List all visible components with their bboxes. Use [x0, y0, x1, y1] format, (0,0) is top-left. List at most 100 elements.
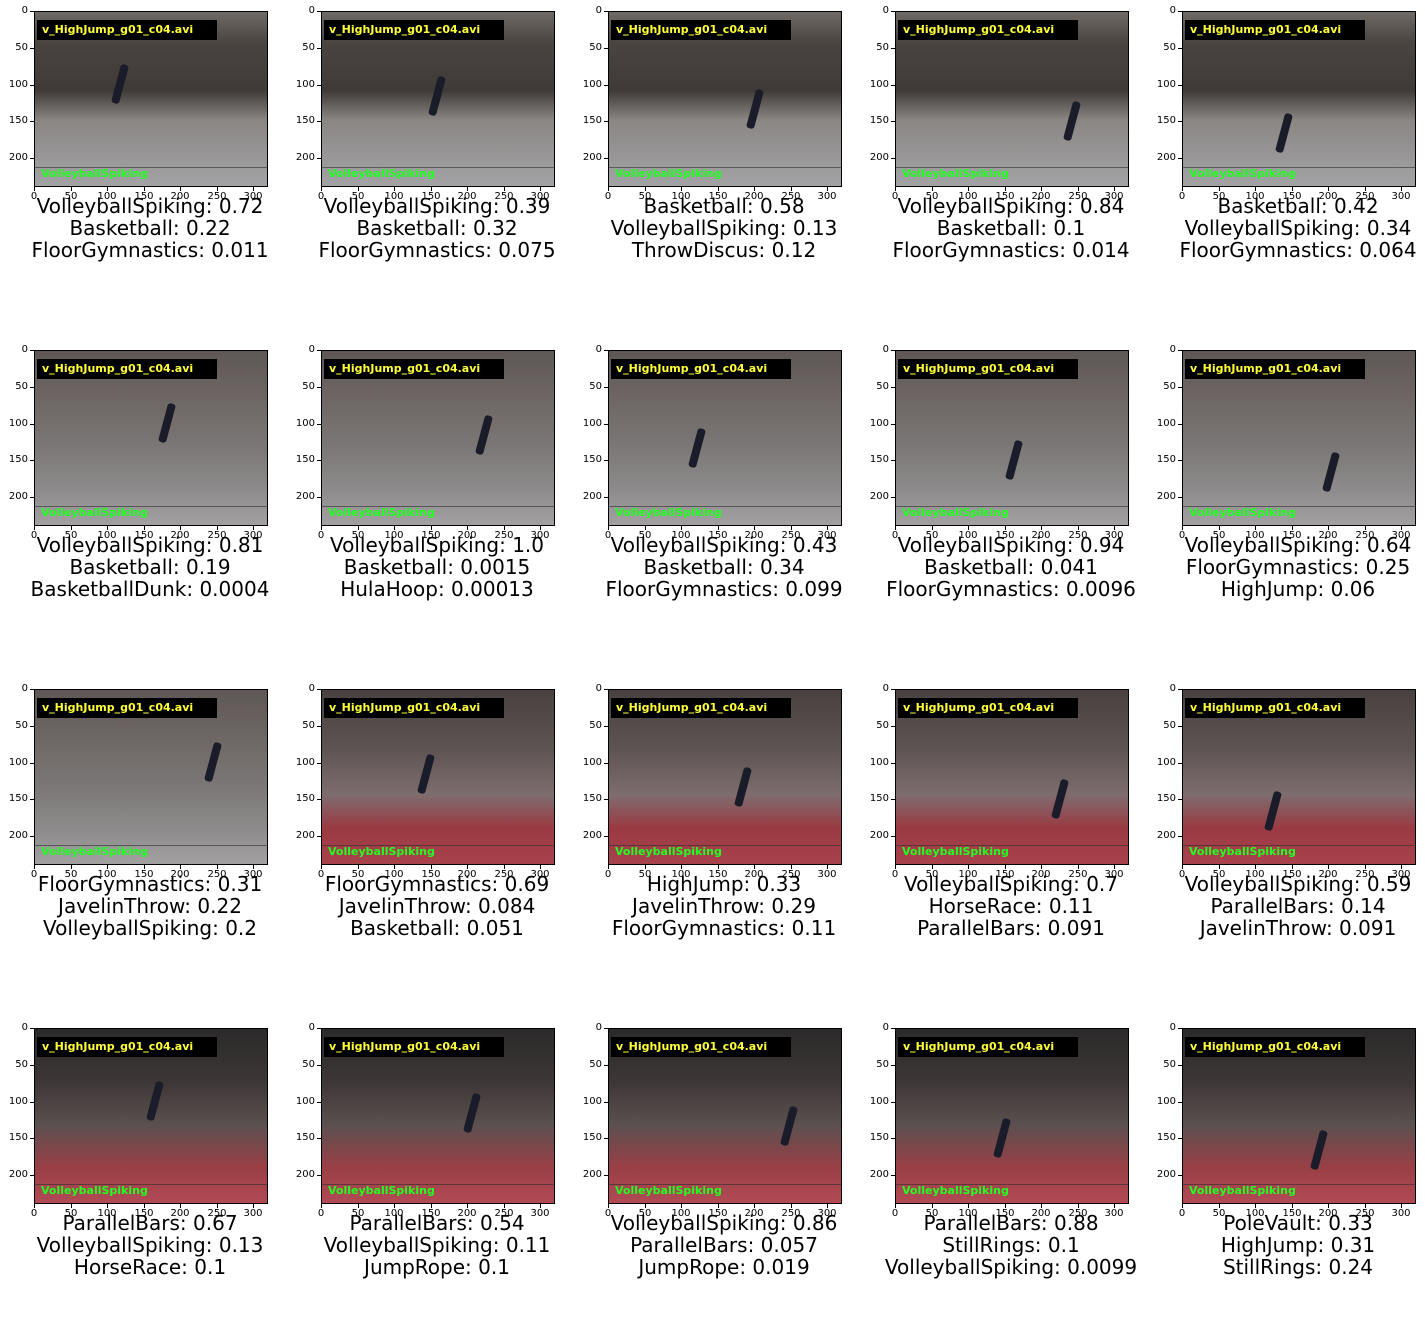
y-tick-label: 0 — [580, 1022, 608, 1033]
y-tick-label: 50 — [1154, 381, 1182, 392]
y-tick-label: 50 — [6, 720, 34, 731]
y-tick-label: 50 — [867, 1059, 895, 1070]
y-tick-label: 50 — [293, 42, 321, 53]
athlete-figure — [733, 766, 752, 807]
prediction-caption: PoleVault: 0.33 HighJump: 0.31 StillRings:… — [1128, 1212, 1425, 1278]
prediction-line: VolleyballSpiking: 0.59 — [1184, 872, 1412, 896]
video-frame-image: v_HighJump_g01_c04.avi VolleyballSpiking — [321, 350, 555, 526]
y-tick-label: 0 — [867, 5, 895, 16]
y-tick-label: 150 — [580, 1132, 608, 1143]
y-tick-label: 0 — [867, 1022, 895, 1033]
y-tick-label: 100 — [293, 418, 321, 429]
y-tick-label: 0 — [867, 683, 895, 694]
filename-label: v_HighJump_g01_c04.avi — [898, 698, 1078, 718]
y-tick-label: 200 — [6, 152, 34, 163]
frame-panel: v_HighJump_g01_c04.avi VolleyballSpiking 0… — [1148, 339, 1425, 639]
filename-label: v_HighJump_g01_c04.avi — [37, 359, 217, 379]
y-tick-label: 150 — [867, 1132, 895, 1143]
y-tick-label: 100 — [867, 418, 895, 429]
prediction-overlay-label: VolleyballSpiking — [41, 506, 148, 519]
frame-panel: v_HighJump_g01_c04.avi VolleyballSpiking 0… — [861, 0, 1141, 300]
filename-label: v_HighJump_g01_c04.avi — [324, 359, 504, 379]
y-tick-label: 150 — [580, 115, 608, 126]
y-tick-label: 0 — [6, 683, 34, 694]
y-tick-label: 100 — [1154, 418, 1182, 429]
prediction-overlay-label: VolleyballSpiking — [615, 167, 722, 180]
prediction-overlay-label: VolleyballSpiking — [902, 167, 1009, 180]
y-tick-label: 150 — [1154, 115, 1182, 126]
y-tick-label: 0 — [6, 1022, 34, 1033]
y-tick-label: 0 — [580, 683, 608, 694]
y-tick-label: 150 — [867, 793, 895, 804]
athlete-figure — [687, 427, 706, 468]
video-frame-image: v_HighJump_g01_c04.avi VolleyballSpiking — [895, 11, 1129, 187]
y-tick-label: 150 — [293, 1132, 321, 1143]
filename-label: v_HighJump_g01_c04.avi — [898, 20, 1078, 40]
y-tick-label: 100 — [6, 418, 34, 429]
y-tick-label: 50 — [6, 381, 34, 392]
prediction-caption: VolleyballSpiking: 0.59 ParallelBars: 0.1… — [1128, 873, 1425, 939]
y-tick-label: 50 — [580, 720, 608, 731]
athlete-figure — [474, 415, 493, 456]
frame-panel: v_HighJump_g01_c04.avi VolleyballSpiking 0… — [574, 678, 854, 978]
prediction-line: JavelinThrow: 0.091 — [1199, 916, 1397, 940]
y-tick-label: 200 — [867, 830, 895, 841]
athlete-figure — [1004, 439, 1023, 481]
prediction-caption: Basketball: 0.42 VolleyballSpiking: 0.34 F… — [1128, 195, 1425, 261]
y-tick-label: 200 — [1154, 152, 1182, 163]
prediction-line: VolleyballSpiking: 0.34 — [1184, 216, 1412, 240]
filename-label: v_HighJump_g01_c04.avi — [37, 20, 217, 40]
frame-panel: v_HighJump_g01_c04.avi VolleyballSpiking 0… — [287, 339, 567, 639]
filename-label: v_HighJump_g01_c04.avi — [1185, 698, 1365, 718]
y-tick-label: 0 — [580, 5, 608, 16]
prediction-line: HighJump: 0.06 — [1220, 577, 1376, 601]
y-tick-label: 150 — [293, 115, 321, 126]
y-tick-label: 100 — [867, 757, 895, 768]
prediction-line: FloorGymnastics: 0.25 — [1185, 555, 1411, 579]
frame-panel: v_HighJump_g01_c04.avi VolleyballSpiking 0… — [1148, 0, 1425, 300]
athlete-figure — [145, 1080, 165, 1122]
prediction-overlay-label: VolleyballSpiking — [615, 845, 722, 858]
y-tick-label: 150 — [1154, 454, 1182, 465]
prediction-caption: VolleyballSpiking: 0.64 FloorGymnastics: … — [1128, 534, 1425, 600]
athlete-figure — [416, 754, 435, 795]
frame-panel: v_HighJump_g01_c04.avi VolleyballSpiking 0… — [574, 339, 854, 639]
y-tick-label: 0 — [6, 344, 34, 355]
y-tick-label: 0 — [1154, 5, 1182, 16]
y-tick-label: 100 — [293, 757, 321, 768]
video-frame-image: v_HighJump_g01_c04.avi VolleyballSpiking — [34, 689, 268, 865]
prediction-overlay-label: VolleyballSpiking — [41, 167, 148, 180]
y-tick-label: 100 — [6, 757, 34, 768]
frame-panel: v_HighJump_g01_c04.avi VolleyballSpiking 0… — [287, 678, 567, 978]
y-tick-label: 50 — [6, 1059, 34, 1070]
y-tick-label: 100 — [580, 79, 608, 90]
frame-panel: v_HighJump_g01_c04.avi VolleyballSpiking 0… — [0, 339, 280, 639]
y-tick-label: 50 — [867, 381, 895, 392]
y-tick-label: 200 — [293, 830, 321, 841]
prediction-overlay-label: VolleyballSpiking — [41, 1184, 148, 1197]
y-tick-label: 200 — [1154, 830, 1182, 841]
y-tick-label: 50 — [867, 720, 895, 731]
athlete-figure — [1062, 100, 1081, 142]
filename-label: v_HighJump_g01_c04.avi — [1185, 359, 1365, 379]
athlete-figure — [1275, 112, 1294, 154]
y-tick-label: 150 — [6, 115, 34, 126]
prediction-overlay-label: VolleyballSpiking — [902, 845, 1009, 858]
video-frame-image: v_HighJump_g01_c04.avi VolleyballSpiking — [34, 11, 268, 187]
prediction-line: PoleVault: 0.33 — [1223, 1211, 1373, 1235]
y-tick-label: 200 — [580, 1169, 608, 1180]
y-tick-label: 50 — [580, 42, 608, 53]
video-frame-image: v_HighJump_g01_c04.avi VolleyballSpiking — [321, 1028, 555, 1204]
y-tick-label: 50 — [580, 1059, 608, 1070]
y-tick-label: 50 — [1154, 720, 1182, 731]
video-frame-image: v_HighJump_g01_c04.avi VolleyballSpiking — [608, 1028, 842, 1204]
y-tick-label: 200 — [1154, 491, 1182, 502]
y-tick-label: 200 — [293, 152, 321, 163]
y-tick-label: 0 — [293, 344, 321, 355]
frame-panel: v_HighJump_g01_c04.avi VolleyballSpiking 0… — [0, 0, 280, 300]
prediction-overlay-label: VolleyballSpiking — [328, 506, 435, 519]
y-tick-label: 0 — [1154, 344, 1182, 355]
y-tick-label: 100 — [6, 79, 34, 90]
athlete-figure — [993, 1117, 1012, 1159]
y-tick-label: 100 — [1154, 1096, 1182, 1107]
